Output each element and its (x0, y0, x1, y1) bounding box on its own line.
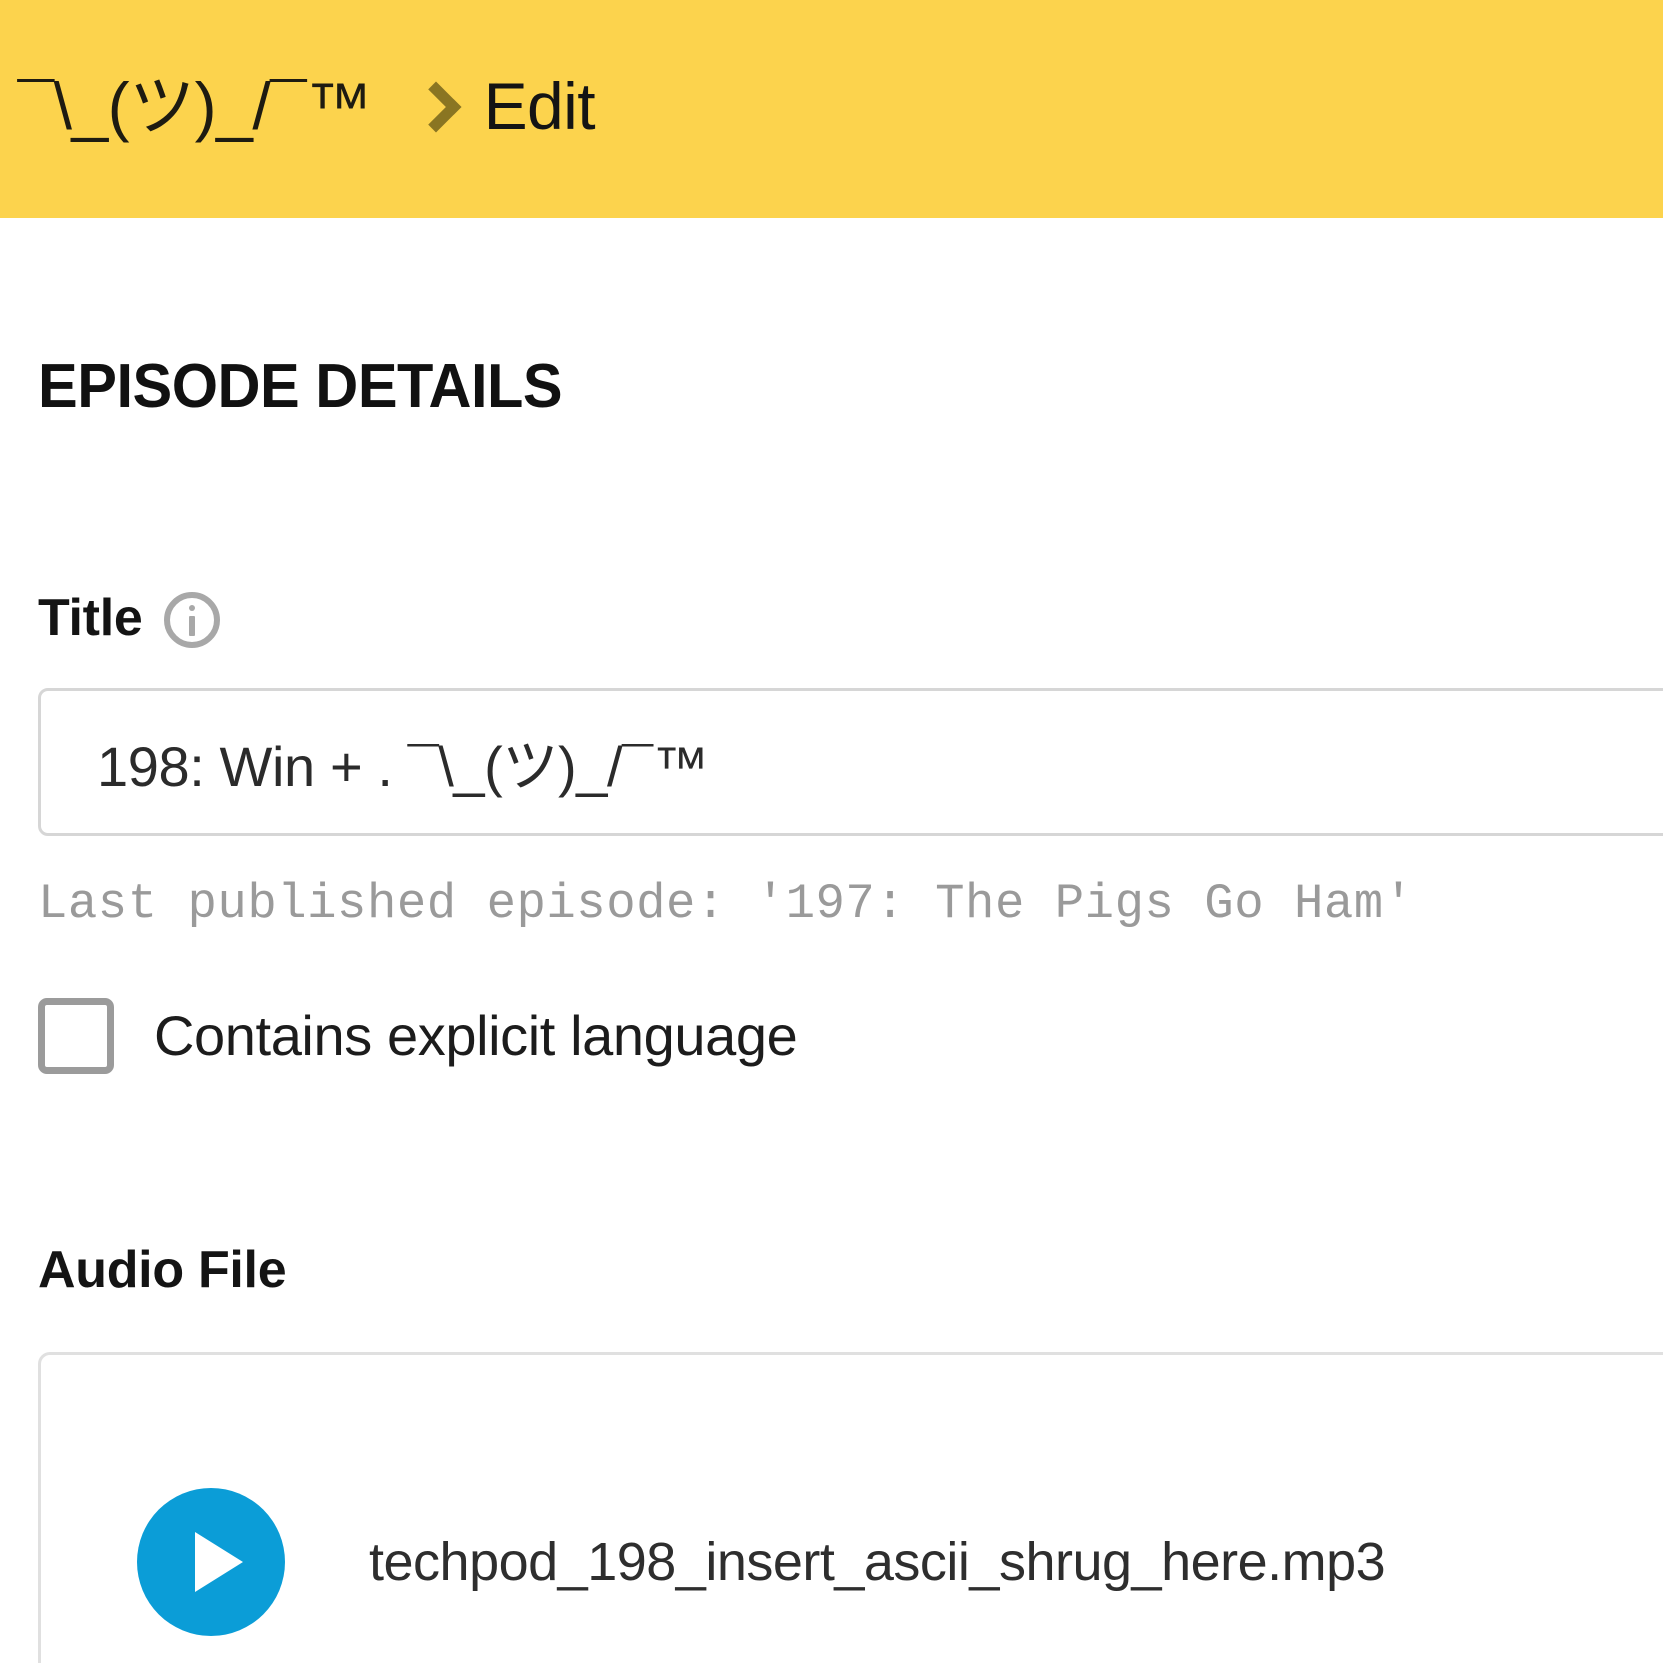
audio-file-label: Audio File (38, 1241, 287, 1299)
title-field-header: Title (38, 589, 1663, 648)
explicit-language-label[interactable]: Contains explicit language (154, 1008, 798, 1064)
page-title: EPISODE DETAILS (38, 352, 563, 421)
title-field-label: Title (38, 589, 143, 647)
title-input[interactable]: 198: Win + . ¯\_(ツ)_/¯™ (38, 688, 1663, 836)
last-published-episode-hint: Last published episode: '197: The Pigs G… (38, 876, 1414, 932)
main-content: EPISODE DETAILS Title 198: Win + . ¯\_(ツ… (0, 218, 1663, 1663)
info-icon-stem (189, 616, 196, 636)
info-icon-dot (189, 605, 196, 611)
breadcrumb-current-page: Edit (483, 69, 596, 143)
explicit-language-checkbox[interactable] (38, 998, 114, 1074)
breadcrumb-parent-link[interactable]: . ¯\_(ツ)_/¯™ (0, 73, 372, 145)
chevron-right-icon (416, 82, 450, 136)
explicit-language-row[interactable]: Contains explicit language (38, 998, 1663, 1074)
play-icon[interactable] (137, 1488, 285, 1636)
audio-player-card: techpod_198_insert_ascii_shrug_here.mp3 (38, 1352, 1663, 1663)
breadcrumb: . ¯\_(ツ)_/¯™ Edit (0, 69, 596, 145)
info-circle-icon[interactable] (164, 592, 221, 648)
breadcrumb-bar: . ¯\_(ツ)_/¯™ Edit (0, 0, 1663, 218)
audio-filename: techpod_198_insert_ascii_shrug_here.mp3 (369, 1532, 1386, 1592)
episode-edit-page: . ¯\_(ツ)_/¯™ Edit EPISODE DETAILS Title … (0, 0, 1663, 1663)
